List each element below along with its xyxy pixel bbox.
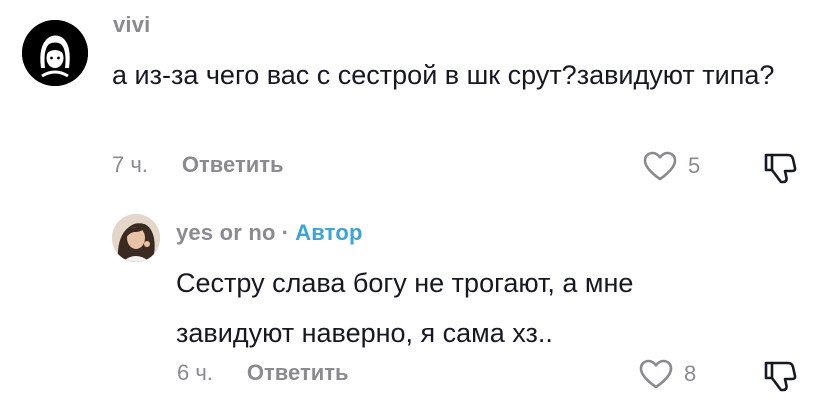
thumbs-down-icon bbox=[764, 153, 797, 184]
heart-outline-icon bbox=[643, 151, 677, 181]
comment-author-row: yes or no · Автор bbox=[176, 220, 363, 246]
like-button[interactable]: 5 bbox=[642, 150, 700, 182]
comment-time: 7 ч. bbox=[112, 152, 148, 177]
comment-meta: 7 ч. Ответить bbox=[112, 152, 284, 178]
reply-button[interactable]: Ответить bbox=[247, 360, 349, 386]
comment-author[interactable]: vivi bbox=[113, 12, 151, 38]
avatar[interactable] bbox=[22, 20, 88, 86]
heart-outline-icon bbox=[639, 359, 673, 389]
comment-meta: 6 ч. Ответить bbox=[177, 360, 349, 386]
comment-text: а из-за чего вас с сестрой в шк срут?зав… bbox=[112, 60, 775, 90]
avatar[interactable] bbox=[112, 214, 160, 262]
comment-author[interactable]: yes or no bbox=[176, 220, 276, 245]
thumbs-down-icon bbox=[764, 361, 797, 392]
comment-item: vivi а из-за чего вас с сестрой в шк сру… bbox=[0, 0, 828, 200]
like-count: 5 bbox=[688, 153, 701, 178]
reply-button[interactable]: Ответить bbox=[182, 152, 284, 178]
like-button[interactable]: 8 bbox=[638, 358, 696, 390]
dislike-button[interactable] bbox=[762, 150, 798, 186]
comment-time: 6 ч. bbox=[177, 360, 213, 385]
dislike-button[interactable] bbox=[762, 358, 798, 394]
like-count: 8 bbox=[684, 361, 697, 386]
reply-item: yes or no · Автор Сестру слава богу не тро… bbox=[0, 200, 828, 405]
comment-text: Сестру слава богу не трогают, а мне зави… bbox=[176, 268, 634, 348]
author-badge: Автор bbox=[295, 220, 363, 245]
separator-dot: · bbox=[281, 220, 290, 245]
